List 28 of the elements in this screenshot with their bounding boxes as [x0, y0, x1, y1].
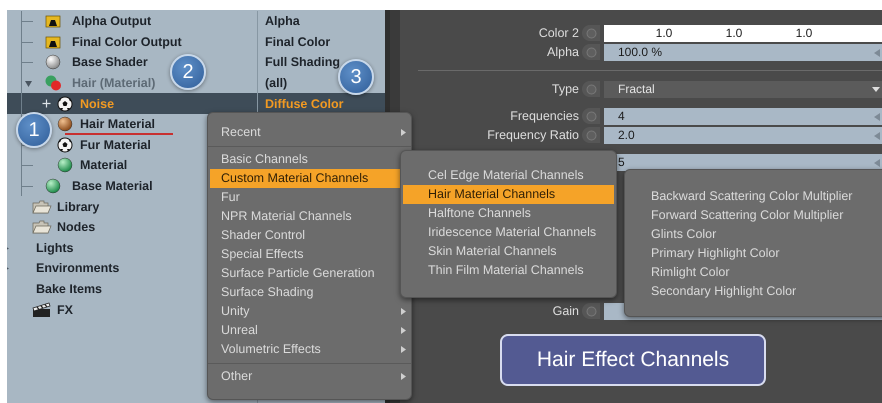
tree-label: Lights	[36, 240, 74, 255]
tree-label: Fur Material	[80, 138, 151, 152]
tree-label: Base Material	[72, 179, 153, 194]
color-component-text: 1.0	[656, 26, 672, 40]
color-component-text: 1.0	[796, 26, 812, 40]
tree-label: Nodes	[57, 220, 96, 234]
property-label: Type	[552, 82, 579, 96]
tree-label: Alpha Output	[72, 14, 152, 28]
tree-label: Material	[80, 158, 128, 172]
tree-label: Noise	[80, 96, 114, 111]
tree-label: Base Shader	[72, 55, 148, 70]
tree-label: Final Color Output	[72, 34, 182, 49]
property-label: Color 2	[538, 26, 579, 40]
tree-label: Hair Material	[80, 117, 156, 132]
tree-label: Hair (Material)	[72, 76, 156, 90]
property-label: Alpha	[547, 45, 579, 59]
channel-text: Final Color	[265, 34, 330, 49]
property-label: Gain	[552, 304, 579, 318]
channel-text: Diffuse Color	[265, 96, 344, 111]
property-label: Frequency Ratio	[487, 128, 579, 142]
property-label: Frequencies	[510, 109, 579, 123]
tree-label: FX	[57, 302, 73, 317]
tree-label: Environments	[36, 261, 120, 276]
tree-label: Library	[57, 200, 100, 214]
channel-text: Full Shading	[265, 55, 340, 70]
color-component-text: 1.0	[726, 26, 742, 40]
channel-text: (all)	[265, 76, 288, 90]
channel-text: Alpha	[265, 14, 300, 28]
